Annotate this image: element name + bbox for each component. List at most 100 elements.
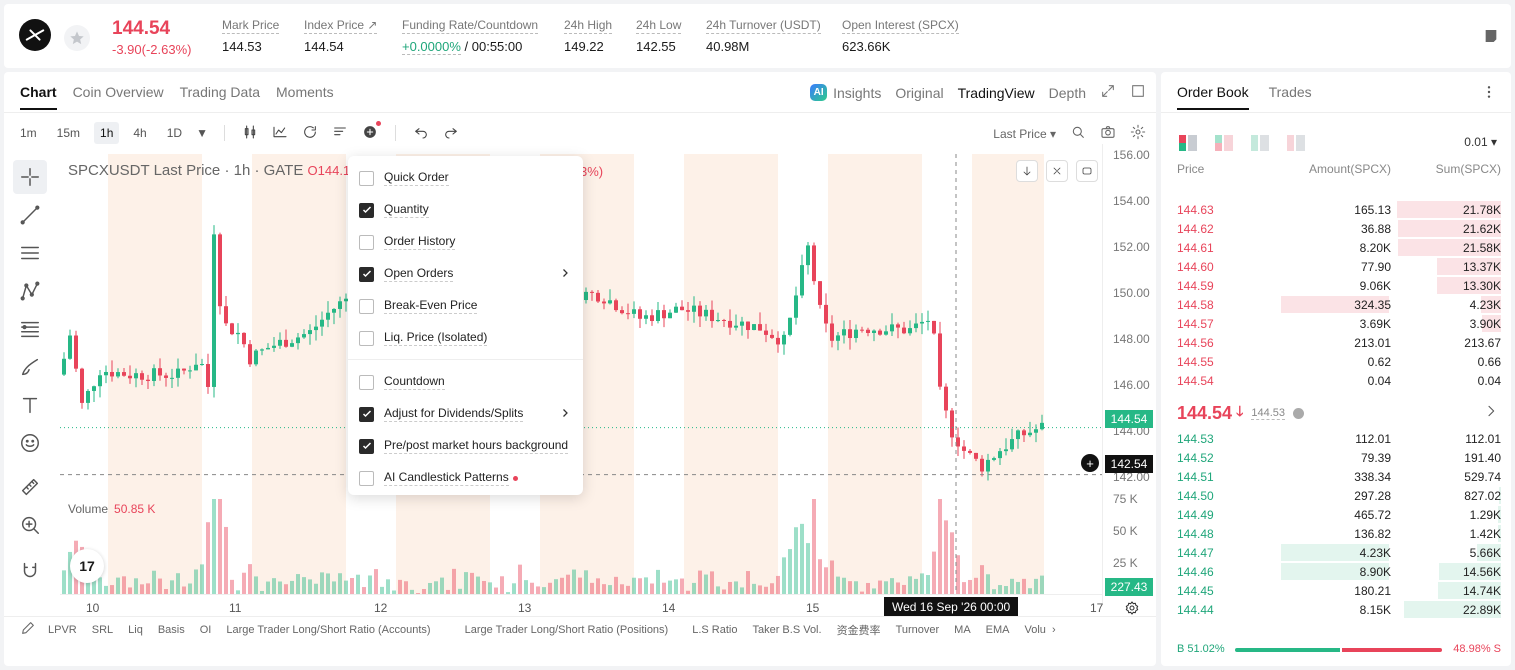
dropdown-item-liq-price-isolated[interactable]: Liq. Price (Isolated): [348, 322, 583, 354]
checkbox-checked-icon[interactable]: [359, 406, 374, 422]
stat-mark-price[interactable]: Mark Price 144.53: [222, 18, 280, 54]
brush-icon[interactable]: [13, 350, 47, 384]
add-settings-icon[interactable]: [362, 120, 381, 143]
tab-order-book[interactable]: Order Book: [1177, 84, 1249, 110]
dropdown-item-open-orders[interactable]: Open Orders: [348, 258, 583, 290]
indicator-turnover[interactable]: Turnover: [896, 624, 940, 636]
indicator-lpvr[interactable]: LPVR: [48, 624, 77, 636]
indicator-liq[interactable]: Liq: [128, 624, 143, 636]
ask-row[interactable]: 144.59 9.06K 13.30K: [1161, 276, 1511, 295]
indicator-lsr-positions[interactable]: Large Trader Long/Short Ratio (Positions…: [465, 624, 669, 636]
dropdown-item-order-history[interactable]: Order History: [348, 226, 583, 258]
indicator-funding-rate[interactable]: 资金费率: [837, 622, 881, 638]
checkbox-icon[interactable]: [359, 170, 374, 186]
view-both-icon[interactable]: [1179, 135, 1197, 151]
stat-index-price[interactable]: Index Price ↗ 144.54: [304, 18, 378, 54]
notes-icon[interactable]: [1483, 28, 1499, 49]
bid-row[interactable]: 144.50 297.28 827.02: [1161, 486, 1511, 505]
interval-dropdown-icon[interactable]: ▼: [196, 126, 208, 140]
interval-1m[interactable]: 1m: [14, 122, 43, 144]
window-icon[interactable]: [1130, 83, 1146, 102]
indicator-srl[interactable]: SRL: [92, 624, 113, 636]
bid-row[interactable]: 144.48 136.82 1.42K: [1161, 524, 1511, 543]
text-icon[interactable]: [13, 388, 47, 422]
search-icon[interactable]: [1070, 124, 1086, 143]
indicator-basis[interactable]: Basis: [158, 624, 185, 636]
indicator-taker-vol[interactable]: Taker B.S Vol.: [752, 624, 821, 636]
ask-row[interactable]: 144.58 324.35 4.23K: [1161, 295, 1511, 314]
stat-funding-rate[interactable]: Funding Rate/Countdown +0.0000% / 00:55:…: [402, 18, 539, 55]
price-axis[interactable]: 156.00 154.00 152.00 150.00 148.00 146.0…: [1102, 144, 1156, 604]
pattern-icon[interactable]: [13, 274, 47, 308]
gear-icon[interactable]: [1130, 124, 1146, 143]
ask-row[interactable]: 144.56 213.01 213.67: [1161, 333, 1511, 352]
scroll-down-icon[interactable]: [1016, 160, 1038, 182]
tab-trades[interactable]: Trades: [1269, 84, 1312, 110]
tab-coin-overview[interactable]: Coin Overview: [73, 84, 164, 110]
chevron-right-icon[interactable]: ›: [1052, 624, 1056, 636]
expand-icon[interactable]: [1100, 83, 1116, 102]
bid-row[interactable]: 144.44 8.15K 22.89K: [1161, 600, 1511, 619]
undo-icon[interactable]: [413, 124, 429, 143]
ruler-icon[interactable]: [13, 470, 47, 504]
ask-row[interactable]: 144.61 8.20K 21.58K: [1161, 238, 1511, 257]
indicators-icon[interactable]: [272, 124, 288, 143]
trend-line-icon[interactable]: [13, 198, 47, 232]
tab-trading-data[interactable]: Trading Data: [180, 84, 260, 110]
bid-row[interactable]: 144.46 8.90K 14.56K: [1161, 562, 1511, 581]
interval-1d[interactable]: 1D: [161, 122, 188, 144]
tab-chart[interactable]: Chart: [20, 84, 57, 110]
dropdown-item-ai-candlestick-patterns[interactable]: AI Candlestick Patterns: [348, 462, 583, 494]
tab-tradingview[interactable]: TradingView: [958, 85, 1035, 101]
magnet-icon[interactable]: [13, 554, 47, 588]
bid-row[interactable]: 144.53 112.01 112.01: [1161, 429, 1511, 448]
pencil-icon[interactable]: [20, 620, 36, 639]
bid-row[interactable]: 144.45 180.21 14.74K: [1161, 581, 1511, 600]
dropdown-item-quantity[interactable]: Quantity: [348, 194, 583, 226]
interval-4h[interactable]: 4h: [127, 122, 152, 144]
price-type-select[interactable]: Last Price ▾: [993, 127, 1056, 141]
tab-original[interactable]: Original: [895, 85, 943, 101]
ask-row[interactable]: 144.55 0.62 0.66: [1161, 352, 1511, 371]
horizontal-lines-icon[interactable]: [13, 236, 47, 270]
stat-open-interest[interactable]: Open Interest (SPCX) 623.66K: [842, 18, 959, 54]
chevron-right-icon[interactable]: [1483, 403, 1499, 424]
precision-select[interactable]: 0.01 ▾: [1464, 135, 1497, 149]
indicator-volume[interactable]: Volu: [1025, 624, 1046, 636]
indicator-ema[interactable]: EMA: [986, 624, 1010, 636]
checkbox-icon[interactable]: [359, 470, 374, 486]
tab-moments[interactable]: Moments: [276, 84, 334, 110]
checkbox-checked-icon[interactable]: [359, 202, 374, 218]
checkbox-icon[interactable]: [359, 298, 374, 314]
ask-row[interactable]: 144.62 36.88 21.62K: [1161, 219, 1511, 238]
checkbox-icon[interactable]: [359, 330, 374, 346]
indicator-ma[interactable]: MA: [954, 624, 971, 636]
bid-row[interactable]: 144.47 4.23K 5.66K: [1161, 543, 1511, 562]
ask-row[interactable]: 144.54 0.04 0.04: [1161, 371, 1511, 390]
ask-row[interactable]: 144.63 165.13 21.78K: [1161, 200, 1511, 219]
indicator-ls-ratio[interactable]: L.S Ratio: [692, 624, 737, 636]
insights-button[interactable]: AI Insights: [810, 84, 881, 101]
checkbox-checked-icon[interactable]: [359, 266, 374, 282]
reset-view-icon[interactable]: [1076, 160, 1098, 182]
ask-row[interactable]: 144.60 77.90 13.37K: [1161, 257, 1511, 276]
interval-15m[interactable]: 15m: [51, 122, 86, 144]
add-alert-icon[interactable]: +: [1081, 454, 1099, 472]
collapse-icon[interactable]: [1046, 160, 1068, 182]
dropdown-item-adjust-for-dividends-splits[interactable]: Adjust for Dividends/Splits: [348, 398, 583, 430]
favorite-star-icon[interactable]: [64, 25, 90, 51]
tradingview-logo[interactable]: 17: [70, 549, 104, 583]
dropdown-item-pre-post-market-hours-background[interactable]: Pre/post market hours background: [348, 430, 583, 462]
view-asks-icon[interactable]: [1287, 135, 1305, 151]
candle-type-icon[interactable]: [242, 124, 258, 143]
interval-1h[interactable]: 1h: [94, 122, 120, 144]
ask-row[interactable]: 144.57 3.69K 3.90K: [1161, 314, 1511, 333]
dropdown-item-quick-order[interactable]: Quick Order: [348, 162, 583, 194]
templates-icon[interactable]: [332, 124, 348, 143]
mid-price[interactable]: 144.54 🡓 144.53: [1177, 401, 1304, 425]
indicator-oi[interactable]: OI: [200, 624, 212, 636]
fib-icon[interactable]: [13, 312, 47, 346]
dropdown-item-break-even-price[interactable]: Break-Even Price: [348, 290, 583, 322]
more-vertical-icon[interactable]: [1481, 84, 1497, 105]
view-bids-icon[interactable]: [1251, 135, 1269, 151]
